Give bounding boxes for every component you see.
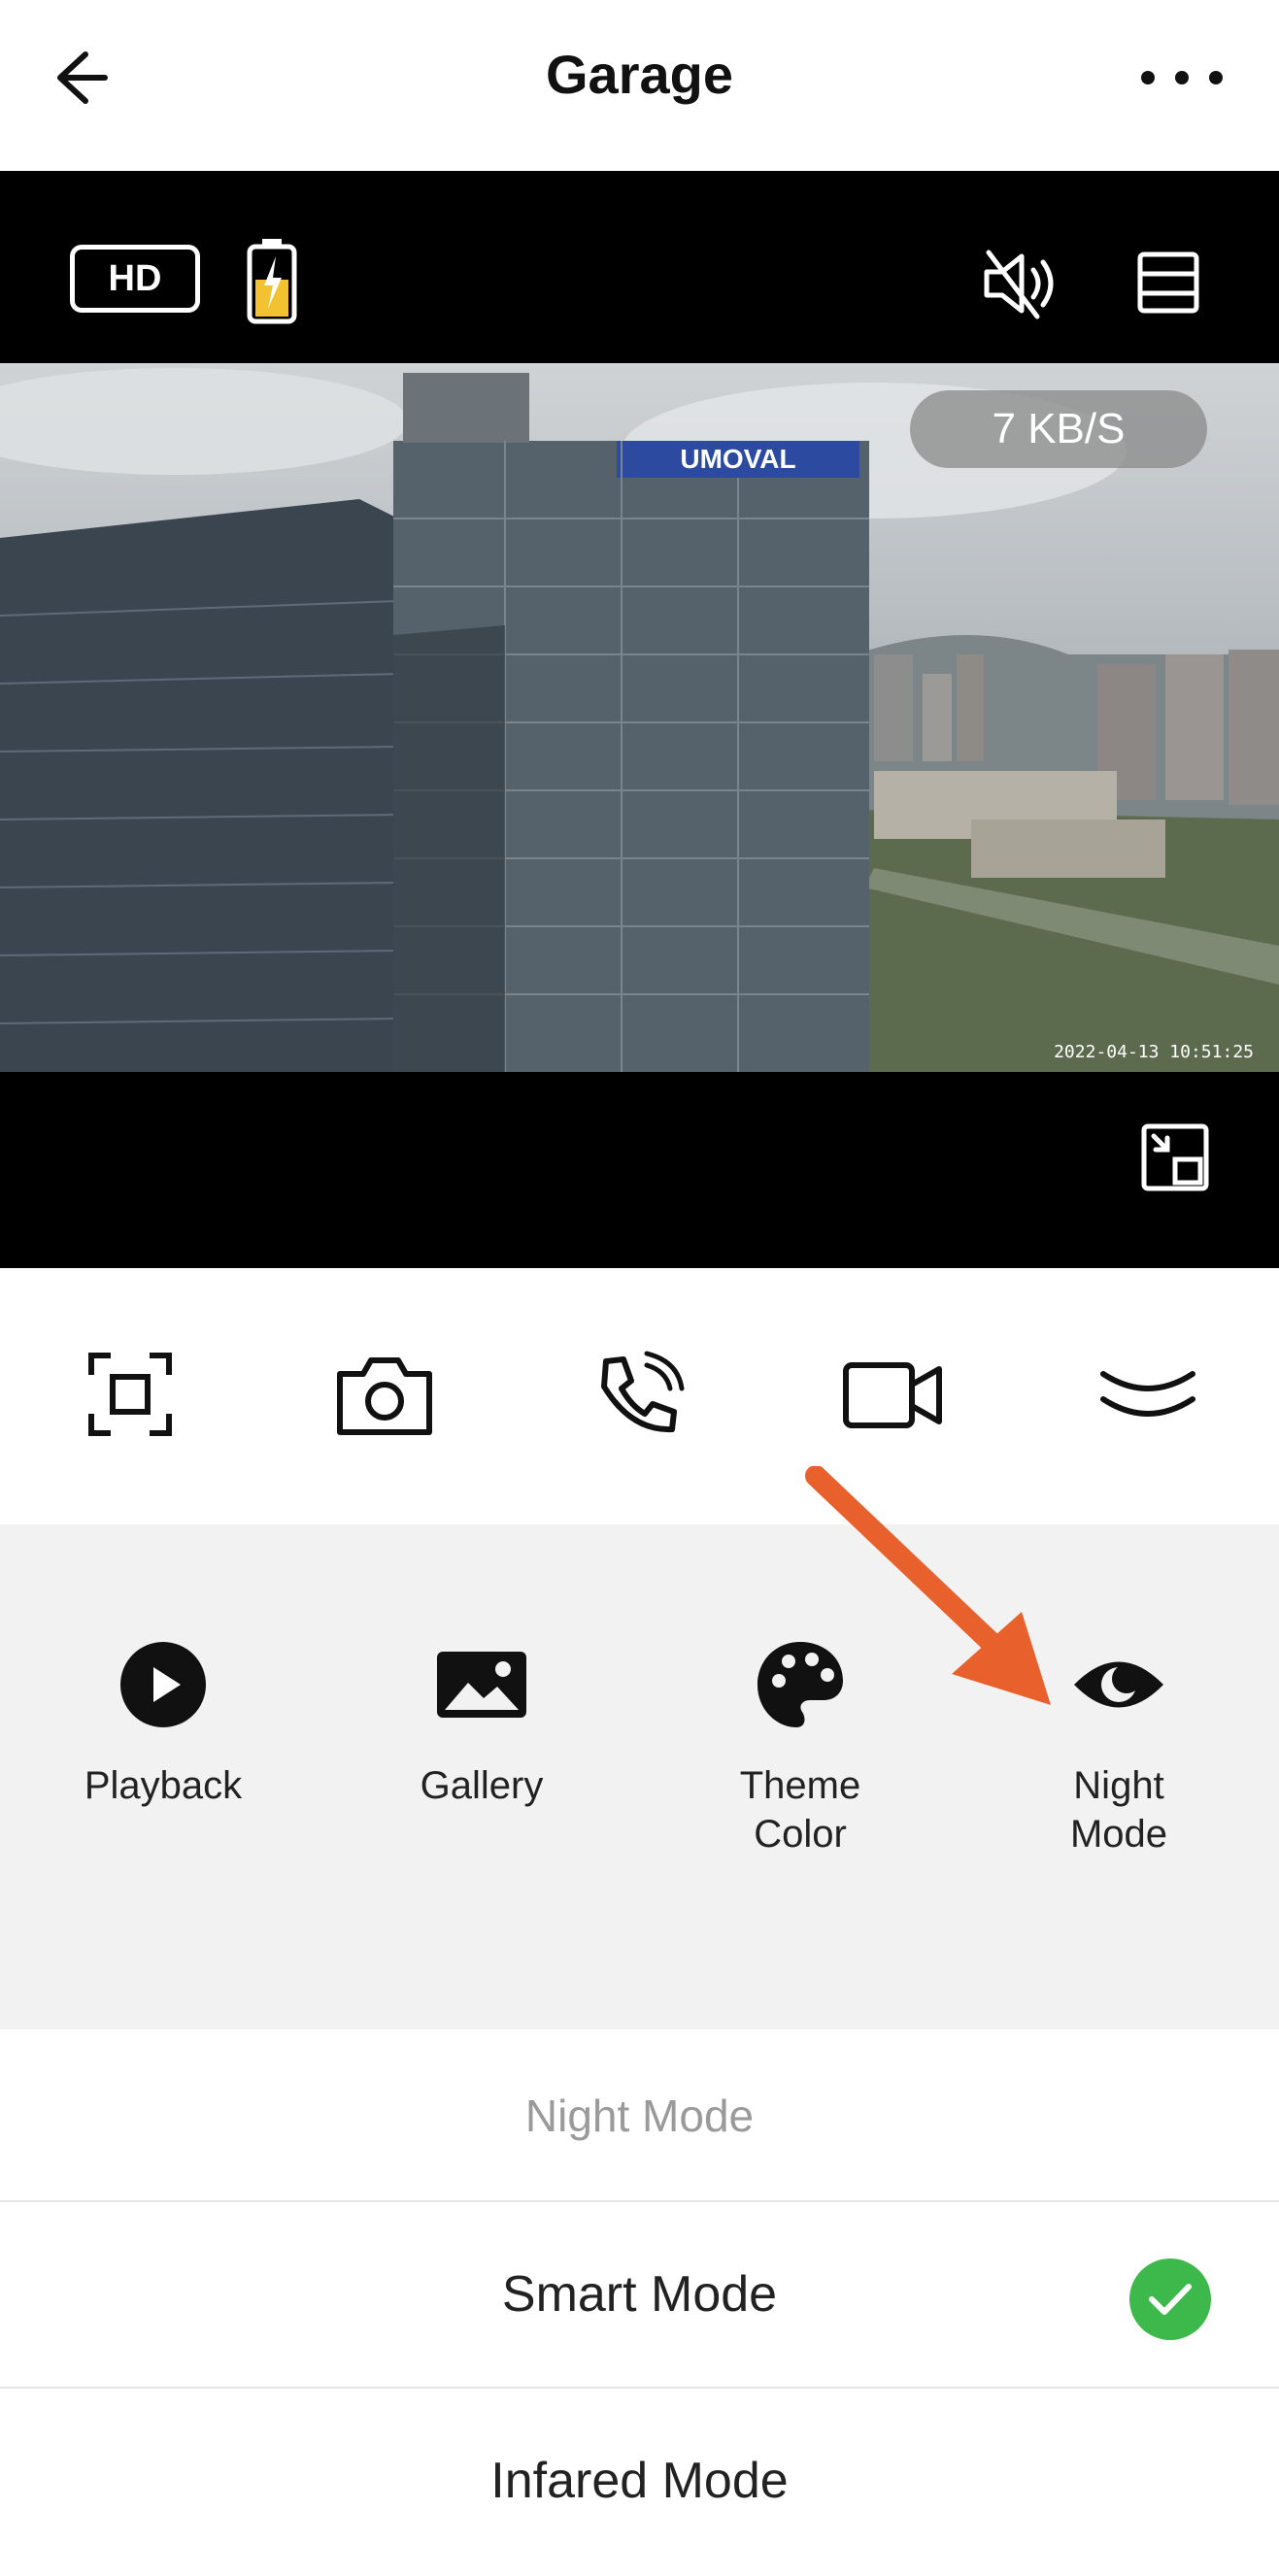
quick-controls — [0, 1268, 1279, 1524]
image-icon — [437, 1652, 526, 1718]
option-smart-mode[interactable]: Smart Mode — [0, 2202, 1279, 2387]
feature-label: Theme Color — [739, 1764, 861, 1856]
snapshot-button[interactable] — [326, 1336, 443, 1453]
option-label: Infared Mode — [490, 2453, 789, 2509]
battery-charging-icon — [247, 239, 297, 324]
feature-label: Night Mode — [1069, 1764, 1168, 1856]
city-skyline-image: UMOVAL — [0, 368, 1279, 1072]
night-mode-sheet: Night Mode Smart Mode Infared Mode — [0, 2029, 1279, 2576]
building-sign: UMOVAL — [680, 444, 795, 474]
talk-button[interactable] — [581, 1336, 697, 1453]
chevron-double-down-icon — [1100, 1371, 1195, 1417]
expand-button[interactable] — [1090, 1336, 1206, 1453]
video-record-icon — [843, 1362, 942, 1428]
bitrate-badge: 7 KB/S — [910, 390, 1207, 468]
option-label: Smart Mode — [501, 2266, 778, 2323]
header-bar: Garage — [0, 0, 1279, 171]
camera-icon — [337, 1357, 432, 1435]
record-button[interactable] — [835, 1336, 952, 1453]
feature-label: Gallery — [420, 1764, 544, 1807]
more-button[interactable] — [1133, 39, 1230, 117]
check-circle-icon — [1129, 2258, 1211, 2340]
option-infared-mode[interactable]: Infared Mode — [0, 2389, 1279, 2573]
camera-feed[interactable]: UMOVAL 7 KB/S 2022-04-13 10:51:25 — [0, 363, 1279, 1072]
screenshot-icon — [88, 1353, 172, 1436]
video-timestamp: 2022-04-13 10:51:25 — [1054, 1042, 1254, 1062]
phone-call-icon — [601, 1351, 685, 1433]
feature-label: Playback — [84, 1764, 243, 1807]
layout-split-icon[interactable] — [1134, 245, 1202, 322]
more-horizontal-icon — [1141, 71, 1223, 84]
hd-toggle-button[interactable]: HD — [70, 245, 200, 313]
feature-playback[interactable]: Playback — [47, 1631, 280, 1810]
feature-gallery[interactable]: Gallery — [365, 1631, 598, 1810]
video-player: HD UMOVAL 7 KB/S 2022-04-13 10:51:25 — [0, 171, 1279, 1268]
sheet-title: Night Mode — [524, 2091, 755, 2141]
eye-moon-icon — [1074, 1661, 1163, 1708]
speaker-muted-icon[interactable] — [977, 245, 1064, 322]
feature-grid: Playback Gallery Theme Color Night Mode — [0, 1524, 1279, 2029]
video-toolbar: HD — [0, 171, 1279, 365]
annotation-arrow-icon — [805, 1466, 1051, 1705]
page-title: Garage — [546, 44, 733, 105]
screenshot-button[interactable] — [72, 1336, 188, 1453]
play-circle-icon — [120, 1642, 206, 1727]
picture-in-picture-icon[interactable] — [1138, 1121, 1212, 1194]
